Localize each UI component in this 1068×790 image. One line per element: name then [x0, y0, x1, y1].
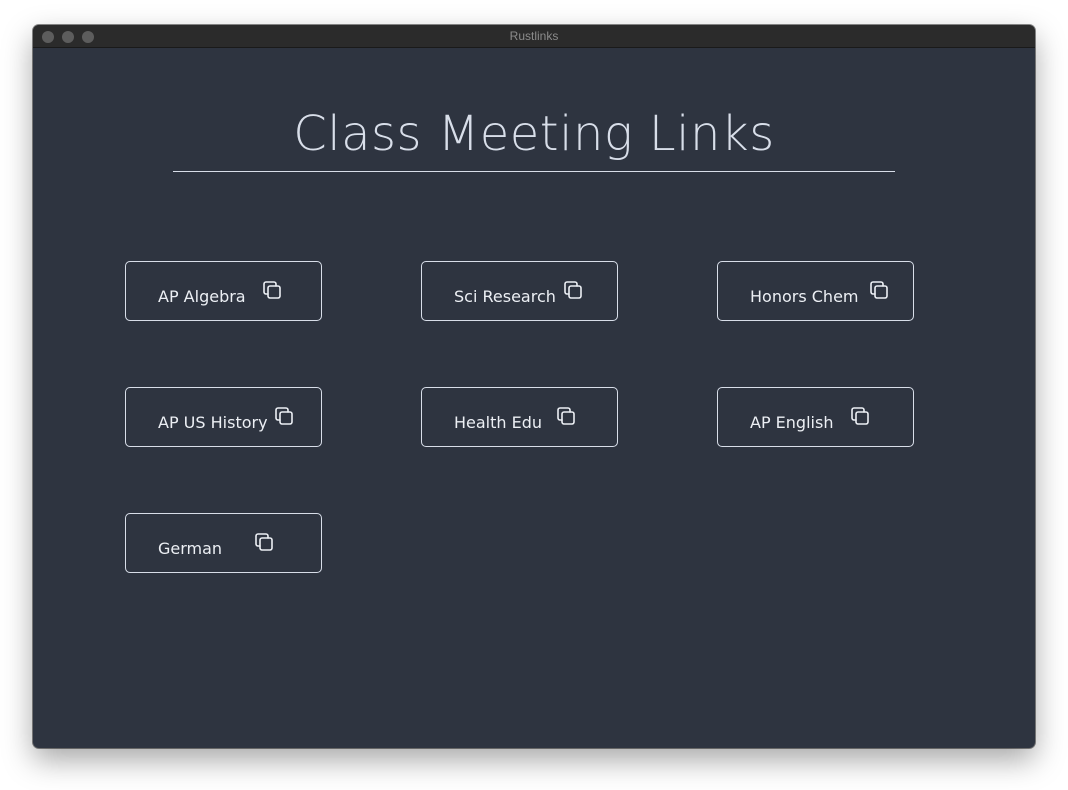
- link-card-ap-us-history[interactable]: AP US History: [125, 387, 322, 447]
- title-bar[interactable]: Rustlinks: [33, 25, 1035, 48]
- copy-icon[interactable]: [561, 278, 585, 302]
- link-card-label: AP Algebra: [158, 287, 246, 306]
- link-card-label: AP English: [750, 413, 834, 432]
- link-card-honors-chem[interactable]: Honors Chem: [717, 261, 914, 321]
- link-card-label: German: [158, 539, 223, 558]
- window-title: Rustlinks: [509, 29, 559, 43]
- page-title: Class Meeting Links: [293, 106, 775, 162]
- copy-icon[interactable]: [260, 278, 284, 302]
- copy-icon[interactable]: [554, 404, 578, 428]
- link-card-german[interactable]: German: [125, 513, 322, 573]
- link-card-health-edu[interactable]: Health Edu: [421, 387, 618, 447]
- copy-icon[interactable]: [272, 404, 296, 428]
- link-card-label: Health Edu: [454, 413, 543, 432]
- app-window: Rustlinks Class Meeting Links AP Algebra…: [33, 25, 1035, 748]
- main-content: Class Meeting Links AP Algebra Sci Resea…: [33, 48, 1035, 748]
- title-divider: [173, 171, 895, 172]
- link-card-sci-research[interactable]: Sci Research: [421, 261, 618, 321]
- copy-icon[interactable]: [252, 530, 276, 554]
- link-card-ap-algebra[interactable]: AP Algebra: [125, 261, 322, 321]
- link-card-label: Honors Chem: [750, 287, 859, 306]
- link-card-label: AP US History: [158, 413, 268, 432]
- link-card-label: Sci Research: [454, 287, 556, 306]
- copy-icon[interactable]: [867, 278, 891, 302]
- copy-icon[interactable]: [848, 404, 872, 428]
- link-card-ap-english[interactable]: AP English: [717, 387, 914, 447]
